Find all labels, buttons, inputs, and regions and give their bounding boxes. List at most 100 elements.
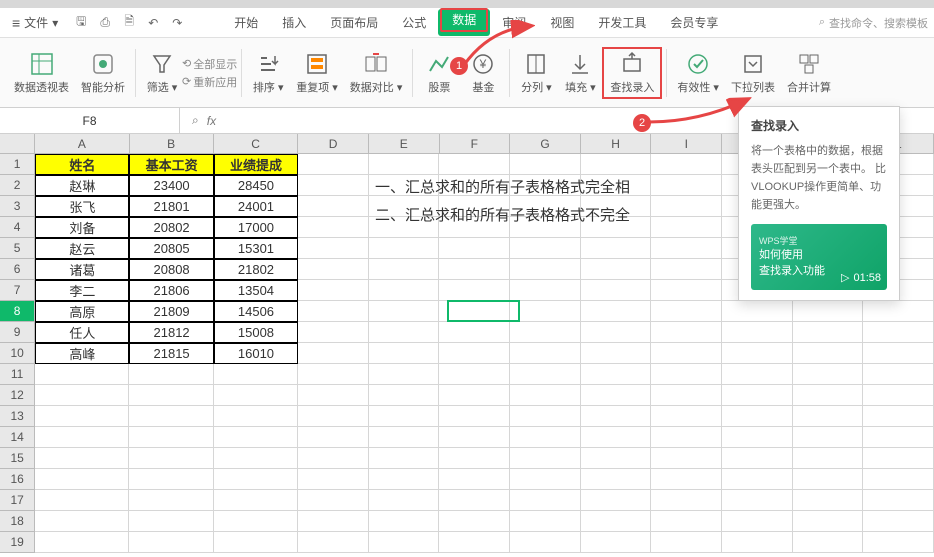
cell-D9[interactable]: [298, 322, 369, 343]
cell-C18[interactable]: [214, 511, 298, 532]
col-header-A[interactable]: A: [35, 134, 129, 154]
cell-I2[interactable]: [651, 175, 722, 196]
cell-A3[interactable]: 张飞: [35, 196, 129, 217]
cell-H8[interactable]: [581, 301, 652, 322]
cell-H12[interactable]: [581, 385, 652, 406]
ribbon-数据透视表[interactable]: 数据透视表: [8, 49, 75, 97]
cell-E5[interactable]: [369, 238, 440, 259]
cell-F14[interactable]: [439, 427, 510, 448]
select-all-corner[interactable]: [0, 134, 35, 154]
ribbon-重复项[interactable]: 重复项 ▾: [290, 49, 344, 97]
cell-J17[interactable]: [722, 490, 793, 511]
cell-C16[interactable]: [214, 469, 298, 490]
col-header-D[interactable]: D: [298, 134, 369, 154]
tab-公式[interactable]: 公式: [390, 9, 438, 36]
cell-K13[interactable]: [793, 406, 864, 427]
cell-D4[interactable]: [298, 217, 369, 238]
cell-F13[interactable]: [439, 406, 510, 427]
cell-C10[interactable]: 16010: [214, 343, 298, 364]
cell-E8[interactable]: [369, 301, 440, 322]
col-header-B[interactable]: B: [130, 134, 214, 154]
cell-C7[interactable]: 13504: [214, 280, 298, 301]
cell-B8[interactable]: 21809: [129, 301, 213, 322]
cell-D19[interactable]: [298, 532, 369, 553]
cell-D17[interactable]: [298, 490, 369, 511]
cell-A4[interactable]: 刘备: [35, 217, 129, 238]
ribbon-筛选[interactable]: 筛选 ▾: [140, 49, 184, 97]
cell-A7[interactable]: 李二: [35, 280, 129, 301]
tab-会员专享[interactable]: 会员专享: [658, 9, 730, 36]
cell-B16[interactable]: [129, 469, 213, 490]
row-header-8[interactable]: 8: [0, 301, 35, 322]
cell-F1[interactable]: [439, 154, 510, 175]
cell-D10[interactable]: [298, 343, 369, 364]
cell-K8[interactable]: [793, 301, 864, 322]
cell-A6[interactable]: 诸葛: [35, 259, 129, 280]
col-header-C[interactable]: C: [214, 134, 298, 154]
cell-A14[interactable]: [35, 427, 129, 448]
row-header-12[interactable]: 12: [0, 385, 35, 406]
cell-I9[interactable]: [651, 322, 722, 343]
cell-A8[interactable]: 高原: [35, 301, 129, 322]
cell-J14[interactable]: [722, 427, 793, 448]
cell-I11[interactable]: [651, 364, 722, 385]
cell-K17[interactable]: [793, 490, 864, 511]
cell-G6[interactable]: [510, 259, 581, 280]
cell-A17[interactable]: [35, 490, 129, 511]
cell-I3[interactable]: [651, 196, 722, 217]
cell-H18[interactable]: [581, 511, 652, 532]
cell-A12[interactable]: [35, 385, 129, 406]
ribbon-排序[interactable]: 排序 ▾: [246, 49, 290, 97]
ribbon-合并计算[interactable]: 合并计算: [781, 49, 837, 97]
fx-label[interactable]: fx: [207, 114, 216, 128]
cell-A9[interactable]: 任人: [35, 322, 129, 343]
print-icon[interactable]: ⎙: [96, 14, 114, 32]
row-header-2[interactable]: 2: [0, 175, 35, 196]
cell-I1[interactable]: [651, 154, 722, 175]
row-header-9[interactable]: 9: [0, 322, 35, 343]
cell-G8[interactable]: [510, 301, 581, 322]
cell-I12[interactable]: [651, 385, 722, 406]
cell-K15[interactable]: [793, 448, 864, 469]
cell-D6[interactable]: [298, 259, 369, 280]
cell-H7[interactable]: [581, 280, 652, 301]
cell-I17[interactable]: [651, 490, 722, 511]
cell-I5[interactable]: [651, 238, 722, 259]
cell-K12[interactable]: [793, 385, 864, 406]
cell-E7[interactable]: [369, 280, 440, 301]
cell-G9[interactable]: [510, 322, 581, 343]
cell-K9[interactable]: [793, 322, 864, 343]
cell-E11[interactable]: [369, 364, 440, 385]
cell-I15[interactable]: [651, 448, 722, 469]
cell-E17[interactable]: [369, 490, 440, 511]
cell-F16[interactable]: [439, 469, 510, 490]
cell-A13[interactable]: [35, 406, 129, 427]
cell-G16[interactable]: [510, 469, 581, 490]
cell-B1[interactable]: 基本工资: [129, 154, 213, 175]
ribbon-查找录入[interactable]: 查找录入: [602, 47, 662, 99]
row-header-7[interactable]: 7: [0, 280, 35, 301]
preview-icon[interactable]: 🗎: [120, 14, 138, 32]
cell-C15[interactable]: [214, 448, 298, 469]
cell-B9[interactable]: 21812: [129, 322, 213, 343]
cell-C14[interactable]: [214, 427, 298, 448]
cell-A10[interactable]: 高峰: [35, 343, 129, 364]
cell-K18[interactable]: [793, 511, 864, 532]
cell-L15[interactable]: [863, 448, 934, 469]
cell-F5[interactable]: [439, 238, 510, 259]
cell-C4[interactable]: 17000: [214, 217, 298, 238]
cell-I13[interactable]: [651, 406, 722, 427]
row-header-15[interactable]: 15: [0, 448, 35, 469]
tab-视图[interactable]: 视图: [538, 9, 586, 36]
row-header-16[interactable]: 16: [0, 469, 35, 490]
cell-D12[interactable]: [298, 385, 369, 406]
cell-C19[interactable]: [214, 532, 298, 553]
cell-E1[interactable]: [369, 154, 440, 175]
cell-B19[interactable]: [129, 532, 213, 553]
cell-F11[interactable]: [439, 364, 510, 385]
cell-E19[interactable]: [369, 532, 440, 553]
cell-I18[interactable]: [651, 511, 722, 532]
cell-H15[interactable]: [581, 448, 652, 469]
cell-E18[interactable]: [369, 511, 440, 532]
cell-B11[interactable]: [129, 364, 213, 385]
